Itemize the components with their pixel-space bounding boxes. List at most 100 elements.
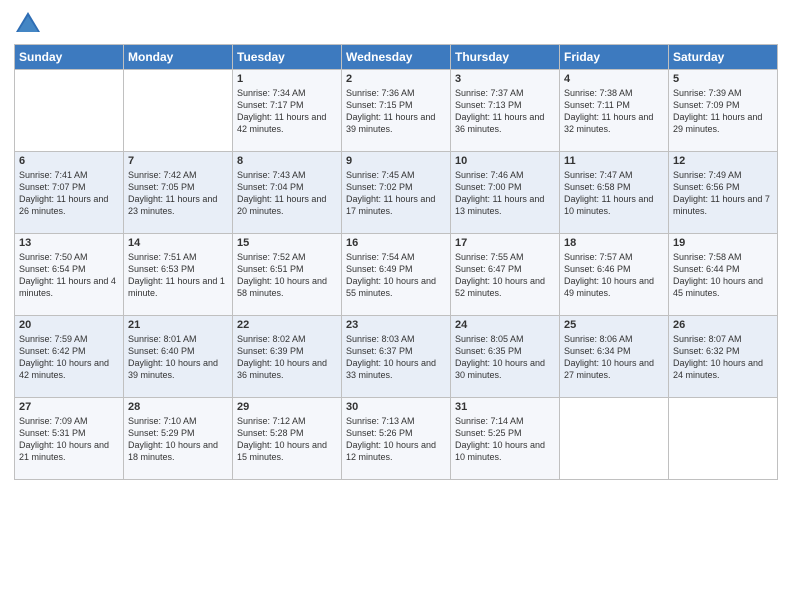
calendar-cell bbox=[15, 70, 124, 152]
day-number: 23 bbox=[346, 319, 446, 331]
calendar-table: SundayMondayTuesdayWednesdayThursdayFrid… bbox=[14, 44, 778, 480]
cell-content: Sunrise: 7:45 AMSunset: 7:02 PMDaylight:… bbox=[346, 169, 446, 218]
calendar-cell: 26 Sunrise: 8:07 AMSunset: 6:32 PMDayligh… bbox=[669, 316, 778, 398]
calendar-week-row: 6 Sunrise: 7:41 AMSunset: 7:07 PMDaylight… bbox=[15, 152, 778, 234]
calendar-cell: 18Sunrise: 7:57 AMSunset: 6:46 PMDayligh… bbox=[560, 234, 669, 316]
cell-content: Sunrise: 7:43 AMSunset: 7:04 PMDaylight:… bbox=[237, 169, 337, 218]
calendar-cell: 6 Sunrise: 7:41 AMSunset: 7:07 PMDaylight… bbox=[15, 152, 124, 234]
day-number: 21 bbox=[128, 319, 228, 331]
cell-content: Sunrise: 8:07 AMSunset: 6:32 PMDaylight:… bbox=[673, 333, 773, 382]
header-day: Monday bbox=[124, 45, 233, 70]
cell-content: Sunrise: 8:02 AMSunset: 6:39 PMDaylight:… bbox=[237, 333, 337, 382]
calendar-cell: 5 Sunrise: 7:39 AMSunset: 7:09 PMDaylight… bbox=[669, 70, 778, 152]
day-number: 11 bbox=[564, 155, 664, 167]
calendar-cell: 11Sunrise: 7:47 AMSunset: 6:58 PMDayligh… bbox=[560, 152, 669, 234]
cell-content: Sunrise: 7:39 AMSunset: 7:09 PMDaylight:… bbox=[673, 87, 773, 136]
logo bbox=[14, 10, 46, 38]
day-number: 20 bbox=[19, 319, 119, 331]
cell-content: Sunrise: 7:50 AMSunset: 6:54 PMDaylight:… bbox=[19, 251, 119, 300]
calendar-cell: 23 Sunrise: 8:03 AMSunset: 6:37 PMDayligh… bbox=[342, 316, 451, 398]
calendar-cell: 7 Sunrise: 7:42 AMSunset: 7:05 PMDaylight… bbox=[124, 152, 233, 234]
cell-content: Sunrise: 7:41 AMSunset: 7:07 PMDaylight:… bbox=[19, 169, 119, 218]
cell-content: Sunrise: 7:37 AMSunset: 7:13 PMDaylight:… bbox=[455, 87, 555, 136]
cell-content: Sunrise: 7:14 AMSunset: 5:25 PMDaylight:… bbox=[455, 415, 555, 464]
day-number: 8 bbox=[237, 155, 337, 167]
calendar-cell: 4Sunrise: 7:38 AMSunset: 7:11 PMDaylight… bbox=[560, 70, 669, 152]
calendar-cell: 15 Sunrise: 7:52 AMSunset: 6:51 PMDayligh… bbox=[233, 234, 342, 316]
day-number: 30 bbox=[346, 401, 446, 413]
day-number: 28 bbox=[128, 401, 228, 413]
calendar-cell: 14Sunrise: 7:51 AMSunset: 6:53 PMDayligh… bbox=[124, 234, 233, 316]
cell-content: Sunrise: 7:52 AMSunset: 6:51 PMDaylight:… bbox=[237, 251, 337, 300]
cell-content: Sunrise: 7:58 AMSunset: 6:44 PMDaylight:… bbox=[673, 251, 773, 300]
cell-content: Sunrise: 7:57 AMSunset: 6:46 PMDaylight:… bbox=[564, 251, 664, 300]
day-number: 16 bbox=[346, 237, 446, 249]
calendar-cell: 19 Sunrise: 7:58 AMSunset: 6:44 PMDayligh… bbox=[669, 234, 778, 316]
cell-content: Sunrise: 7:09 AMSunset: 5:31 PMDaylight:… bbox=[19, 415, 119, 464]
day-number: 17 bbox=[455, 237, 555, 249]
header-day: Friday bbox=[560, 45, 669, 70]
day-number: 7 bbox=[128, 155, 228, 167]
cell-content: Sunrise: 8:06 AMSunset: 6:34 PMDaylight:… bbox=[564, 333, 664, 382]
calendar-cell: 9 Sunrise: 7:45 AMSunset: 7:02 PMDaylight… bbox=[342, 152, 451, 234]
header-day: Saturday bbox=[669, 45, 778, 70]
calendar-cell: 21 Sunrise: 8:01 AMSunset: 6:40 PMDayligh… bbox=[124, 316, 233, 398]
day-number: 9 bbox=[346, 155, 446, 167]
day-number: 1 bbox=[237, 73, 337, 85]
cell-content: Sunrise: 8:01 AMSunset: 6:40 PMDaylight:… bbox=[128, 333, 228, 382]
day-number: 10 bbox=[455, 155, 555, 167]
day-number: 26 bbox=[673, 319, 773, 331]
day-number: 31 bbox=[455, 401, 555, 413]
day-number: 14 bbox=[128, 237, 228, 249]
day-number: 2 bbox=[346, 73, 446, 85]
cell-content: Sunrise: 7:42 AMSunset: 7:05 PMDaylight:… bbox=[128, 169, 228, 218]
calendar-week-row: 27 Sunrise: 7:09 AMSunset: 5:31 PMDayligh… bbox=[15, 398, 778, 480]
calendar-cell bbox=[669, 398, 778, 480]
cell-content: Sunrise: 7:36 AMSunset: 7:15 PMDaylight:… bbox=[346, 87, 446, 136]
calendar-cell: 28 Sunrise: 7:10 AMSunset: 5:29 PMDayligh… bbox=[124, 398, 233, 480]
cell-content: Sunrise: 7:13 AMSunset: 5:26 PMDaylight:… bbox=[346, 415, 446, 464]
day-number: 12 bbox=[673, 155, 773, 167]
calendar-cell bbox=[560, 398, 669, 480]
cell-content: Sunrise: 7:10 AMSunset: 5:29 PMDaylight:… bbox=[128, 415, 228, 464]
cell-content: Sunrise: 7:59 AMSunset: 6:42 PMDaylight:… bbox=[19, 333, 119, 382]
calendar-cell: 20 Sunrise: 7:59 AMSunset: 6:42 PMDayligh… bbox=[15, 316, 124, 398]
calendar-cell: 13 Sunrise: 7:50 AMSunset: 6:54 PMDayligh… bbox=[15, 234, 124, 316]
header-day: Sunday bbox=[15, 45, 124, 70]
calendar-cell: 27 Sunrise: 7:09 AMSunset: 5:31 PMDayligh… bbox=[15, 398, 124, 480]
day-number: 22 bbox=[237, 319, 337, 331]
cell-content: Sunrise: 7:46 AMSunset: 7:00 PMDaylight:… bbox=[455, 169, 555, 218]
header-row: SundayMondayTuesdayWednesdayThursdayFrid… bbox=[15, 45, 778, 70]
calendar-cell: 3 Sunrise: 7:37 AMSunset: 7:13 PMDaylight… bbox=[451, 70, 560, 152]
calendar-cell: 10 Sunrise: 7:46 AMSunset: 7:00 PMDayligh… bbox=[451, 152, 560, 234]
day-number: 27 bbox=[19, 401, 119, 413]
calendar-cell: 24Sunrise: 8:05 AMSunset: 6:35 PMDayligh… bbox=[451, 316, 560, 398]
day-number: 25 bbox=[564, 319, 664, 331]
day-number: 29 bbox=[237, 401, 337, 413]
calendar-cell: 25 Sunrise: 8:06 AMSunset: 6:34 PMDayligh… bbox=[560, 316, 669, 398]
cell-content: Sunrise: 7:55 AMSunset: 6:47 PMDaylight:… bbox=[455, 251, 555, 300]
calendar-week-row: 1Sunrise: 7:34 AMSunset: 7:17 PMDaylight… bbox=[15, 70, 778, 152]
cell-content: Sunrise: 7:54 AMSunset: 6:49 PMDaylight:… bbox=[346, 251, 446, 300]
day-number: 15 bbox=[237, 237, 337, 249]
cell-content: Sunrise: 8:03 AMSunset: 6:37 PMDaylight:… bbox=[346, 333, 446, 382]
header bbox=[14, 10, 778, 38]
calendar-cell: 31 Sunrise: 7:14 AMSunset: 5:25 PMDayligh… bbox=[451, 398, 560, 480]
main-container: SundayMondayTuesdayWednesdayThursdayFrid… bbox=[0, 0, 792, 486]
day-number: 4 bbox=[564, 73, 664, 85]
calendar-cell: 1Sunrise: 7:34 AMSunset: 7:17 PMDaylight… bbox=[233, 70, 342, 152]
cell-content: Sunrise: 7:49 AMSunset: 6:56 PMDaylight:… bbox=[673, 169, 773, 218]
header-day: Tuesday bbox=[233, 45, 342, 70]
day-number: 5 bbox=[673, 73, 773, 85]
day-number: 19 bbox=[673, 237, 773, 249]
calendar-week-row: 13 Sunrise: 7:50 AMSunset: 6:54 PMDayligh… bbox=[15, 234, 778, 316]
calendar-cell: 8 Sunrise: 7:43 AMSunset: 7:04 PMDaylight… bbox=[233, 152, 342, 234]
calendar-week-row: 20 Sunrise: 7:59 AMSunset: 6:42 PMDayligh… bbox=[15, 316, 778, 398]
day-number: 3 bbox=[455, 73, 555, 85]
calendar-cell: 17 Sunrise: 7:55 AMSunset: 6:47 PMDayligh… bbox=[451, 234, 560, 316]
day-number: 13 bbox=[19, 237, 119, 249]
calendar-cell: 30 Sunrise: 7:13 AMSunset: 5:26 PMDayligh… bbox=[342, 398, 451, 480]
calendar-cell: 12 Sunrise: 7:49 AMSunset: 6:56 PMDayligh… bbox=[669, 152, 778, 234]
calendar-cell bbox=[124, 70, 233, 152]
day-number: 6 bbox=[19, 155, 119, 167]
